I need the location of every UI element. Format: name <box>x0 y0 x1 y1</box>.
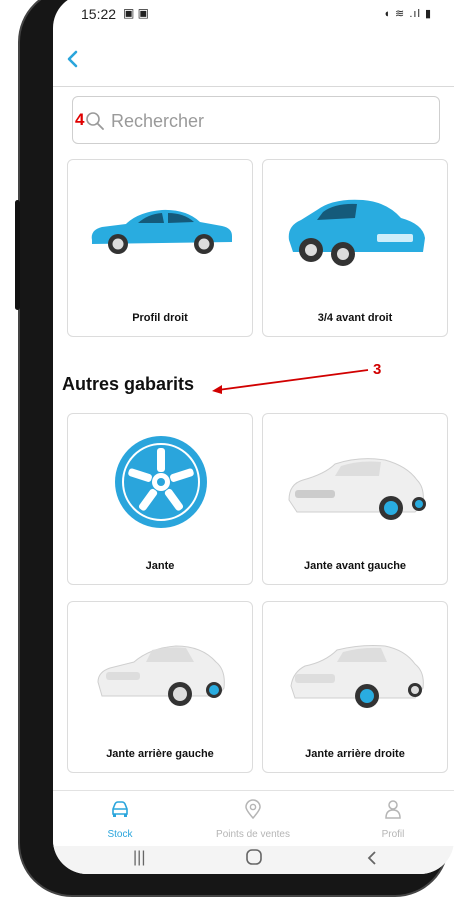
phone-frame: 15:22 ▣ ▣ ◖ ≋ .ıl ▮ 4 Rechercher Profil … <box>15 0 454 895</box>
notification-icons: ▣ ▣ <box>123 6 150 20</box>
recent-apps-icon[interactable]: ||| <box>133 849 145 867</box>
system-status-icons: ◖ ≋ .ıl ▮ <box>383 8 432 20</box>
card-label: Profil droit <box>132 312 188 324</box>
template-card-jante-arriere-droite[interactable]: Jante arrière droite <box>262 601 448 773</box>
annotation-arrow-icon <box>212 369 369 394</box>
header-divider <box>53 86 454 87</box>
home-icon[interactable] <box>245 848 263 871</box>
card-label: Jante arrière gauche <box>106 748 214 760</box>
user-icon <box>385 800 401 819</box>
app-screen: 15:22 ▣ ▣ ◖ ≋ .ıl ▮ 4 Rechercher Profil … <box>53 0 454 874</box>
template-card-3-4-avant-droit[interactable]: 3/4 avant droit <box>262 159 448 337</box>
nav-item-profil[interactable]: Profil <box>328 793 454 845</box>
back-nav-icon[interactable] <box>365 849 379 872</box>
nav-label: Stock <box>107 829 133 840</box>
car-icon <box>112 801 128 817</box>
annotation-number: 3 <box>373 361 382 378</box>
search-icon <box>86 112 104 130</box>
search-input[interactable] <box>109 105 433 137</box>
card-label: Jante avant gauche <box>303 560 407 572</box>
system-navigation-bar: ||| <box>53 846 454 874</box>
back-button[interactable] <box>63 47 83 71</box>
template-card-jante-avant-gauche[interactable]: Jante avant gauche <box>262 413 448 585</box>
location-pin-icon <box>245 799 261 819</box>
section-title: Autres gabarits <box>62 374 195 394</box>
card-label: Jante arrière droite <box>305 748 405 760</box>
chevron-left-icon <box>67 50 78 68</box>
annotation-number: 4 <box>75 110 85 129</box>
nav-item-stock[interactable]: Stock <box>55 793 185 845</box>
card-label: Jante <box>145 560 175 572</box>
status-bar: 15:22 ▣ ▣ ◖ ≋ .ıl ▮ <box>53 0 454 24</box>
bottom-navigation: Stock Points de ventes Profil <box>53 790 454 847</box>
search-bar[interactable]: 4 <box>72 96 440 144</box>
template-card-profil-droit[interactable]: Profil droit <box>67 159 253 337</box>
wheel-rim-icon <box>115 436 207 528</box>
status-time: 15:22 <box>81 6 117 22</box>
car-side-profile-icon <box>91 209 232 254</box>
nav-item-points-de-ventes[interactable]: Points de ventes <box>188 793 318 845</box>
card-label: 3/4 avant droit <box>317 312 393 324</box>
volume-button <box>15 200 20 310</box>
nav-label: Profil <box>381 829 405 840</box>
car-three-quarter-icon <box>288 199 425 266</box>
car-rear-left-rim-icon <box>97 645 225 706</box>
nav-label: Points de ventes <box>216 829 290 840</box>
template-card-jante[interactable]: Jante <box>67 413 253 585</box>
template-card-jante-arriere-gauche[interactable]: Jante arrière gauche <box>67 601 253 773</box>
car-rear-right-rim-icon <box>290 645 424 708</box>
car-front-left-rim-icon <box>288 458 426 520</box>
